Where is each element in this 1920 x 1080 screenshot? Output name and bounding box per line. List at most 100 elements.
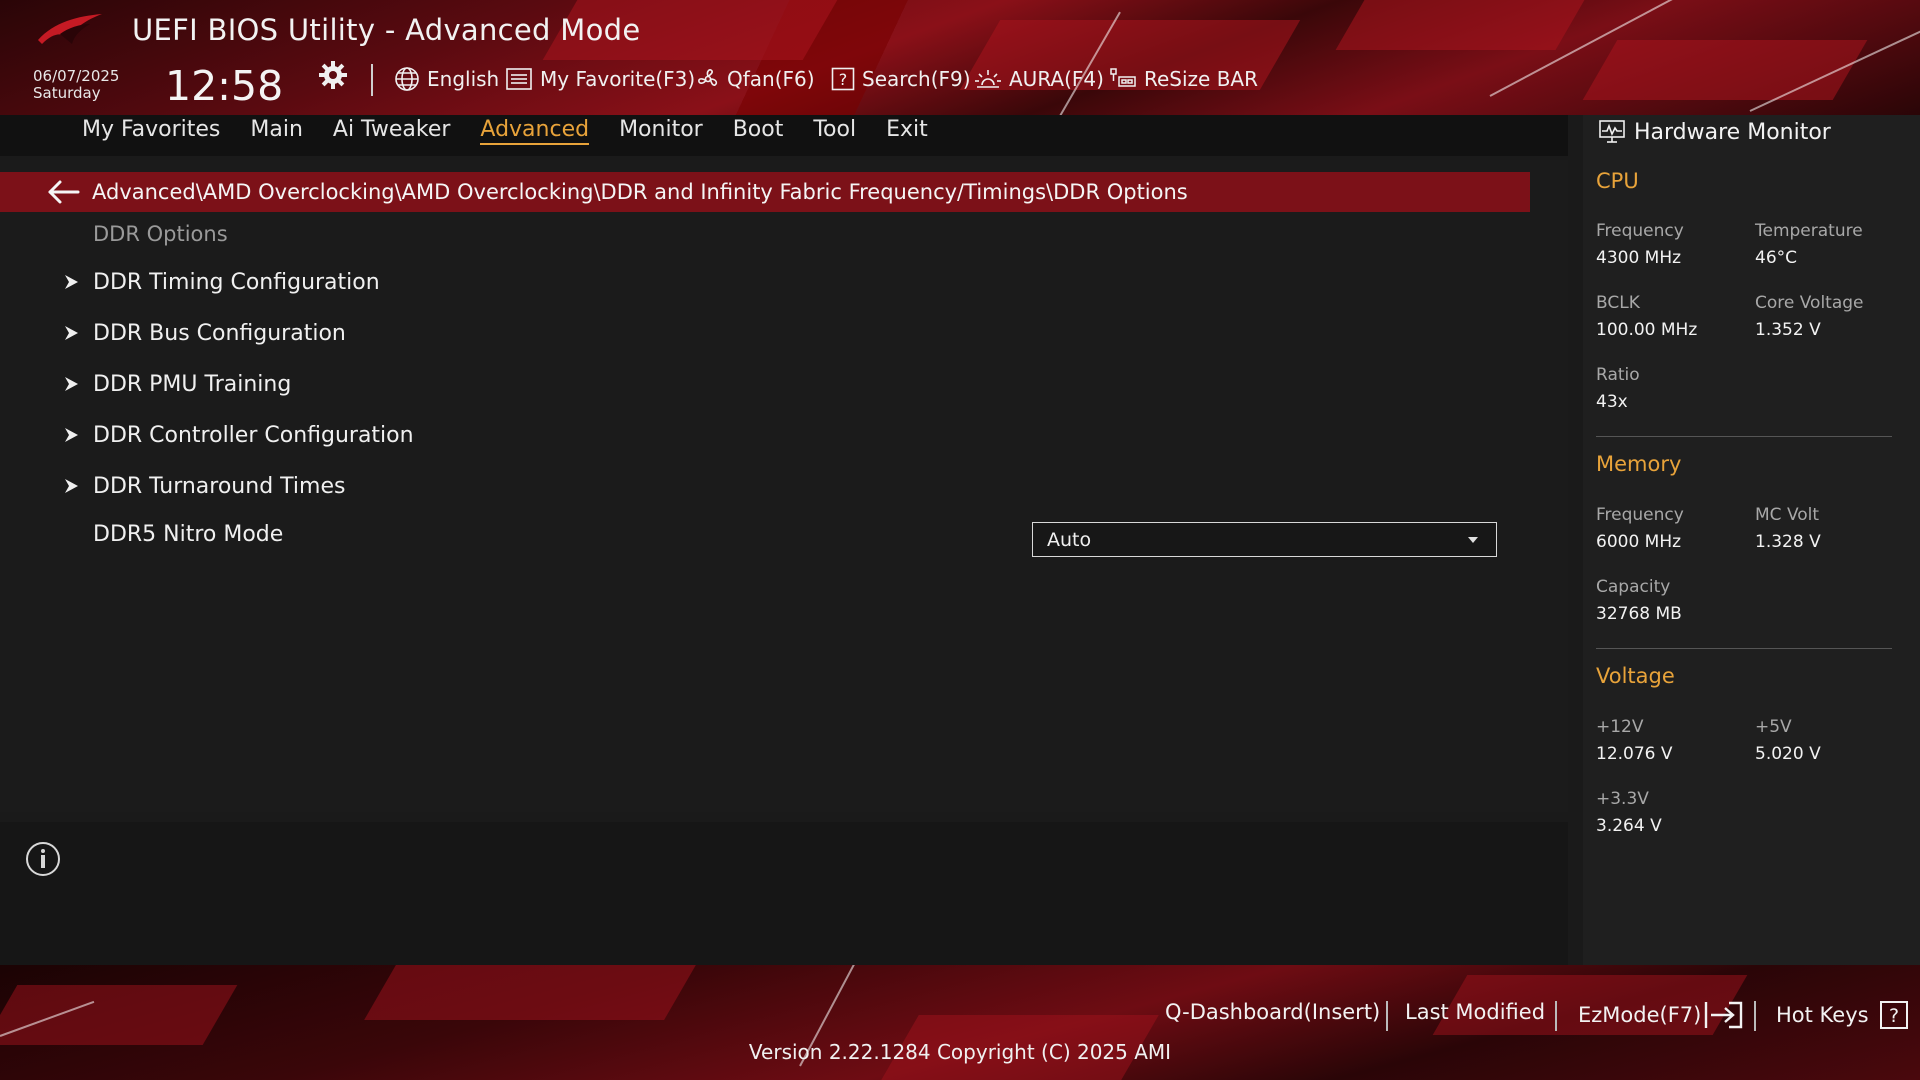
menu-item-ddr-bus[interactable]: DDR Bus Configuration — [60, 316, 960, 350]
q-dashboard-label: Q-Dashboard(Insert) — [1165, 1000, 1381, 1024]
my-favorite-label: My Favorite(F3) — [540, 67, 696, 91]
menu-item-ddr-turnaround[interactable]: DDR Turnaround Times — [60, 469, 960, 503]
app-title: UEFI BIOS Utility - Advanced Mode — [132, 13, 641, 47]
gear-icon[interactable] — [318, 60, 348, 90]
info-icon — [26, 842, 60, 876]
toolbar-divider — [371, 64, 373, 96]
monitor-icon — [1599, 120, 1625, 143]
footer-divider — [1754, 1001, 1756, 1031]
aura-light-icon — [975, 70, 1001, 88]
aura-button[interactable]: AURA(F4) — [974, 64, 1104, 94]
caret-down-icon — [1468, 537, 1478, 543]
hw-memory-frequency-label: Frequency — [1596, 505, 1684, 525]
tab-boot[interactable]: Boot — [733, 115, 784, 151]
hw-cpu-temperature-label: Temperature — [1755, 221, 1863, 241]
last-modified-label: Last Modified — [1405, 1000, 1546, 1024]
footer-bar: Q-Dashboard(Insert) Last Modified EzMode… — [0, 965, 1920, 1080]
breadcrumb-path: Advanced\AMD Overclocking\AMD Overclocki… — [92, 180, 1188, 204]
rog-logo-icon — [38, 14, 102, 44]
tab-exit[interactable]: Exit — [886, 115, 928, 151]
hw-mc-volt-label: MC Volt — [1755, 505, 1820, 525]
help-info-panel — [0, 822, 1568, 965]
qfan-label: Qfan(F6) — [727, 67, 815, 91]
menu-item-label: DDR PMU Training — [93, 371, 292, 397]
hardware-monitor-panel: Hardware Monitor CPU Frequency 4300 MHz … — [1583, 115, 1920, 965]
hw-cpu-core-voltage-label: Core Voltage — [1755, 293, 1864, 313]
hw-5v-value: 5.020 V — [1755, 744, 1821, 764]
hw-cpu-bclk-label: BCLK — [1596, 293, 1640, 313]
hw-capacity-label: Capacity — [1596, 577, 1671, 597]
search-label: Search(F9) — [862, 67, 971, 91]
tab-tool[interactable]: Tool — [813, 115, 856, 151]
ezmode-button[interactable]: EzMode(F7) — [1578, 1000, 1745, 1030]
aura-label: AURA(F4) — [1009, 67, 1104, 91]
menu-item-ddr-timing[interactable]: DDR Timing Configuration — [60, 265, 960, 299]
hw-33v-value: 3.264 V — [1596, 816, 1662, 836]
date-text: 06/07/2025 — [33, 67, 120, 85]
hw-memory-frequency-value: 6000 MHz — [1596, 532, 1682, 552]
menu-item-label: DDR Controller Configuration — [93, 422, 414, 448]
tab-monitor[interactable]: Monitor — [619, 115, 703, 151]
qfan-button[interactable]: Qfan(F6) — [696, 64, 815, 94]
footer-divider — [1386, 1001, 1388, 1031]
select-value: Auto — [1047, 528, 1092, 551]
hw-cpu-frequency-label: Frequency — [1596, 221, 1684, 241]
hw-cpu-ratio-label: Ratio — [1596, 365, 1640, 385]
my-favorite-button[interactable]: My Favorite(F3) — [505, 64, 695, 94]
main-tabs: My Favorites Main Ai Tweaker Advanced Mo… — [0, 115, 1568, 156]
hw-12v-label: +12V — [1596, 717, 1644, 737]
day-text: Saturday — [33, 84, 101, 102]
hw-divider — [1596, 436, 1892, 437]
tab-ai-tweaker[interactable]: Ai Tweaker — [333, 115, 451, 151]
svg-text:?: ? — [839, 70, 848, 89]
resize-bar-icon — [1110, 68, 1136, 87]
svg-text:?: ? — [1889, 1005, 1899, 1027]
menu-item-label: DDR Turnaround Times — [93, 473, 346, 499]
hot-keys-label: Hot Keys — [1776, 1003, 1869, 1027]
ddr5-nitro-mode-select[interactable]: Auto — [1032, 522, 1497, 557]
help-search-icon: ? — [831, 67, 855, 91]
clock-display: 12:58 — [165, 62, 284, 110]
back-arrow-icon[interactable] — [44, 177, 84, 207]
resize-bar-label: ReSize BAR — [1144, 67, 1259, 91]
hw-cpu-heading: CPU — [1596, 169, 1639, 193]
date-display: 06/07/2025 Saturday — [33, 68, 119, 102]
hw-cpu-temperature-value: 46°C — [1755, 248, 1798, 268]
breadcrumb: Advanced\AMD Overclocking\AMD Overclocki… — [0, 172, 1530, 212]
hw-mc-volt-value: 1.328 V — [1755, 532, 1821, 552]
chevron-right-icon — [65, 326, 78, 340]
favorite-list-icon — [506, 68, 532, 90]
hot-keys-button[interactable]: Hot Keys ? — [1776, 1000, 1909, 1030]
menu-item-ddr-pmu[interactable]: DDR PMU Training — [60, 367, 960, 401]
menu-item-ddr-controller[interactable]: DDR Controller Configuration — [60, 418, 960, 452]
last-modified-button[interactable]: Last Modified — [1405, 1000, 1545, 1024]
hw-capacity-value: 32768 MB — [1596, 604, 1682, 624]
q-dashboard-button[interactable]: Q-Dashboard(Insert) — [1165, 1000, 1380, 1024]
section-title: DDR Options — [93, 222, 228, 246]
hw-voltage-heading: Voltage — [1596, 664, 1675, 688]
language-button[interactable]: English — [394, 64, 499, 94]
hw-12v-value: 12.076 V — [1596, 744, 1673, 764]
ezmode-label: EzMode(F7) — [1578, 1003, 1702, 1027]
hw-divider — [1596, 648, 1892, 649]
menu-item-label: DDR Timing Configuration — [93, 269, 380, 295]
resize-bar-button[interactable]: ReSize BAR — [1109, 64, 1258, 94]
hw-cpu-bclk-value: 100.00 MHz — [1596, 320, 1698, 340]
help-icon: ? — [1879, 1001, 1908, 1029]
language-label: English — [427, 67, 500, 91]
hw-memory-heading: Memory — [1596, 452, 1682, 476]
main-panel: Advanced\AMD Overclocking\AMD Overclocki… — [0, 160, 1568, 812]
tab-advanced[interactable]: Advanced — [480, 115, 590, 145]
chevron-right-icon — [65, 428, 78, 442]
search-button[interactable]: ? Search(F9) — [831, 64, 971, 94]
version-text: Version 2.22.1284 Copyright (C) 2025 AMI — [748, 1040, 1172, 1064]
hw-5v-label: +5V — [1755, 717, 1792, 737]
tab-main[interactable]: Main — [250, 115, 303, 151]
header-bar: UEFI BIOS Utility - Advanced Mode 06/07/… — [0, 0, 1920, 115]
fan-icon — [698, 69, 718, 86]
tab-my-favorites[interactable]: My Favorites — [82, 115, 220, 151]
footer-divider — [1555, 1001, 1557, 1031]
chevron-right-icon — [65, 479, 78, 493]
menu-item-label: DDR Bus Configuration — [93, 320, 346, 346]
chevron-right-icon — [65, 275, 78, 289]
